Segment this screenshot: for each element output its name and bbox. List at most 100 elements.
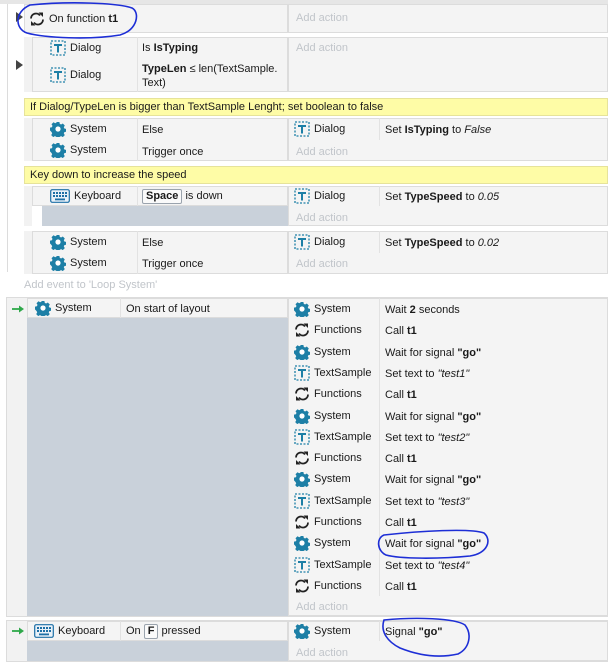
object-name: Functions (314, 388, 362, 400)
condition-dialog-typelen[interactable]: Dialog (50, 66, 138, 84)
layout-action-text[interactable]: Wait for signal "go" (385, 347, 481, 359)
condition-text[interactable]: Space is down (142, 189, 223, 204)
expand-triangle-icon[interactable] (16, 12, 23, 22)
add-action-link[interactable]: Add action (296, 601, 348, 613)
condition-text[interactable]: TypeLen ≤ len(TextSample. Text) (142, 62, 277, 90)
action-text[interactable]: Signal "go" (385, 626, 443, 638)
layout-action-text[interactable]: Call t1 (385, 389, 417, 401)
object-name: System (314, 303, 351, 315)
expand-triangle-icon[interactable] (16, 60, 23, 70)
column-divider (379, 231, 380, 253)
action-dialog-set-istyping[interactable]: Dialog (294, 120, 345, 138)
add-action-link[interactable]: Add action (296, 212, 348, 224)
condition-system-trigger-once[interactable]: System (50, 141, 107, 159)
condition-dialog-istyping[interactable]: Dialog (50, 39, 138, 57)
object-name: Dialog (314, 236, 346, 248)
object-name: System (70, 236, 107, 248)
add-action-link[interactable]: Add action (296, 12, 348, 24)
add-action-link[interactable]: Add action (296, 146, 348, 158)
column-divider (137, 118, 138, 161)
condition-text[interactable]: Trigger once (142, 258, 203, 270)
gear-icon (50, 121, 66, 137)
layout-action-object[interactable]: System (294, 300, 351, 318)
condition-system-trigger-once[interactable]: System (50, 254, 107, 272)
sub-event-3-empty-area (42, 206, 288, 226)
column-divider (120, 298, 121, 318)
layout-action-text[interactable]: Set text to "test4" (385, 560, 469, 572)
object-name: Dialog (70, 69, 102, 81)
condition-system-start-of-layout[interactable]: System (35, 300, 92, 316)
condition-text[interactable]: On F pressed (126, 624, 201, 639)
layout-action-text[interactable]: Set text to "test3" (385, 496, 469, 508)
condition-system-else[interactable]: System (50, 120, 107, 138)
condition-text[interactable]: Else (142, 237, 163, 249)
layout-action-object[interactable]: TextSample (294, 492, 371, 510)
condition-keyboard-f-pressed[interactable]: Keyboard (34, 623, 105, 639)
layout-action-text[interactable]: Set text to "test1" (385, 368, 469, 380)
layout-event-empty-area (27, 318, 288, 616)
action-dialog-set-typespeed[interactable]: Dialog (294, 187, 345, 205)
layout-action-text[interactable]: Wait for signal "go" (385, 474, 481, 486)
column-divider (379, 118, 380, 140)
key-badge: Space (142, 189, 183, 204)
layout-action-object[interactable]: Functions (294, 385, 362, 403)
layout-action-object[interactable]: System (294, 407, 351, 425)
layout-action-text[interactable]: Call t1 (385, 325, 417, 337)
layout-action-text[interactable]: Set text to "test2" (385, 432, 469, 444)
condition-keyboard-space-down[interactable]: Keyboard (50, 188, 121, 204)
layout-action-object[interactable]: Functions (294, 577, 362, 595)
object-name: Dialog (314, 123, 346, 135)
comment[interactable]: If Dialog/TypeLen is bigger than TextSam… (24, 98, 608, 116)
condition-system-else[interactable]: System (50, 233, 107, 251)
layout-action-object[interactable]: Functions (294, 321, 362, 339)
layout-action-text[interactable]: Wait for signal "go" (385, 411, 481, 423)
layout-action-object[interactable]: System (294, 534, 351, 552)
function-t1-condition[interactable]: On function t1 (24, 4, 288, 33)
layout-action-object[interactable]: System (294, 470, 351, 488)
condition-text[interactable]: On start of layout (126, 303, 210, 315)
layout-action-object[interactable]: Functions (294, 513, 362, 531)
condition-text: On function t1 (49, 12, 119, 25)
action-text[interactable]: Set TypeSpeed to 0.05 (385, 191, 499, 203)
layout-action-object[interactable]: System (294, 343, 351, 361)
layout-action-text[interactable]: Call t1 (385, 581, 417, 593)
add-event-link[interactable]: Add event to 'Loop System' (24, 279, 157, 291)
layout-action-text[interactable]: Wait 2 seconds (385, 304, 460, 316)
condition-text[interactable]: Trigger once (142, 146, 203, 158)
gear-icon (294, 344, 310, 360)
layout-action-text[interactable]: Call t1 (385, 453, 417, 465)
layout-action-object[interactable]: TextSample (294, 364, 371, 382)
layout-action-text[interactable]: Call t1 (385, 517, 417, 529)
action-text[interactable]: Set IsTyping to False (385, 124, 491, 136)
layout-action-object[interactable]: Functions (294, 449, 362, 467)
object-name: System (314, 410, 351, 422)
keyboard-icon (34, 624, 54, 638)
add-action-link[interactable]: Add action (296, 42, 348, 54)
function-icon (294, 386, 310, 402)
layout-action-object[interactable]: TextSample (294, 428, 371, 446)
text-object-icon (294, 493, 310, 509)
function-icon (294, 322, 310, 338)
object-name: Functions (314, 580, 362, 592)
sub-event-3-margin (24, 186, 32, 226)
action-text[interactable]: Set TypeSpeed to 0.02 (385, 237, 499, 249)
layout-action-text[interactable]: Wait for signal "go" (385, 538, 481, 550)
action-dialog-set-typespeed[interactable]: Dialog (294, 233, 345, 251)
event-arrow-icon (11, 626, 25, 636)
comment[interactable]: Key down to increase the speed (24, 166, 608, 184)
column-divider (120, 621, 121, 641)
layout-action-object[interactable]: TextSample (294, 556, 371, 574)
condition-text[interactable]: Is IsTyping (142, 42, 198, 54)
condition-text[interactable]: Else (142, 124, 163, 136)
function-icon (294, 578, 310, 594)
object-name: System (70, 144, 107, 156)
text-object-icon (294, 429, 310, 445)
text-object-icon (294, 121, 310, 137)
action-system-signal[interactable]: System (294, 623, 351, 639)
object-name: System (70, 123, 107, 135)
add-action-link[interactable]: Add action (296, 258, 348, 270)
gear-icon (50, 234, 66, 250)
add-action-link[interactable]: Add action (296, 647, 348, 659)
object-name: TextSample (314, 367, 372, 379)
object-name: Keyboard (58, 625, 106, 637)
